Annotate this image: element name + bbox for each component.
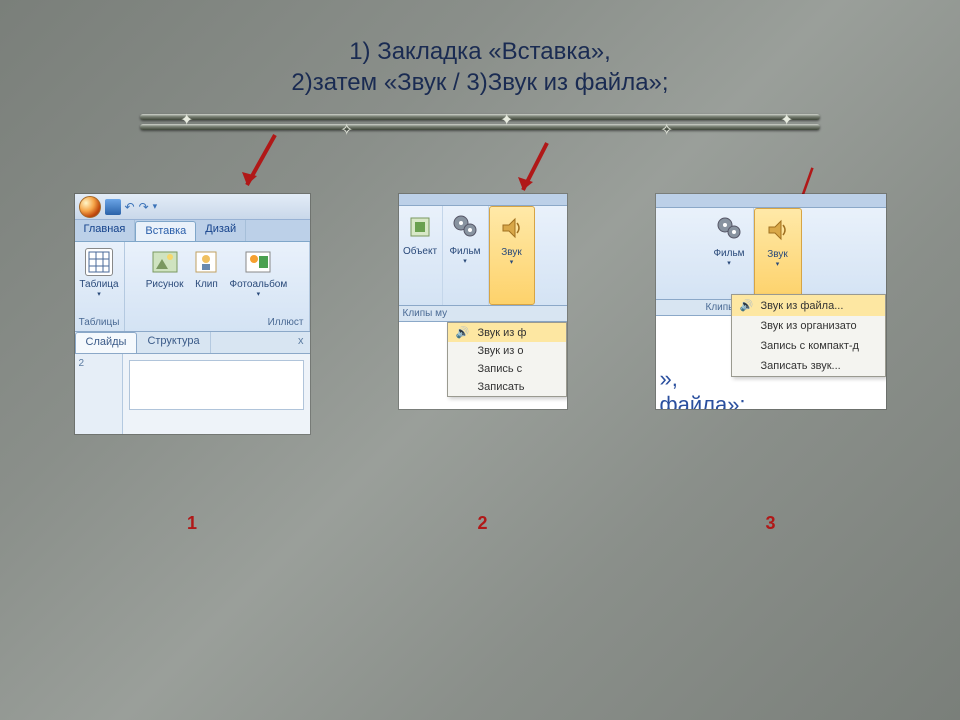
slide-number: 2 [79, 358, 85, 369]
redo-icon[interactable]: ↷ [139, 200, 149, 214]
save-icon[interactable] [105, 199, 121, 215]
menu-record-from-cd[interactable]: Запись с [448, 360, 566, 378]
slides-outline-tabs: Слайды Структура x [75, 332, 310, 354]
step-label-3: 3 [656, 513, 886, 534]
screenshot-1: ↶ ↷ ▾ Главная Вставка Дизай Таблица ▾ [75, 194, 310, 434]
button-sound[interactable]: Звук ▾ [489, 206, 535, 305]
ribbon-media: Объект Фильм ▾ Звук ▾ [399, 206, 567, 306]
speaker-icon: 🔊 [454, 326, 472, 339]
step-label-2: 2 [399, 513, 567, 534]
sound-dropdown-menu: 🔊Звук из ф Звук из о Запись с Записать [447, 322, 567, 397]
menu-record-sound[interactable]: Записать [448, 378, 566, 396]
ribbon-tabs: Главная Вставка Дизай [75, 220, 310, 242]
button-picture[interactable]: Рисунок [143, 246, 187, 300]
button-table[interactable]: Таблица ▾ [76, 246, 121, 300]
tab-insert[interactable]: Вставка [135, 221, 196, 241]
button-film[interactable]: Фильм ▾ [443, 206, 489, 305]
arrow-1 [235, 130, 285, 200]
undo-icon[interactable]: ↶ [125, 200, 135, 214]
title-line-2: 2)затем «Звук / 3)Звук из файла»; [0, 67, 960, 98]
quick-access-toolbar: ↶ ↷ ▾ [75, 194, 310, 220]
tab-design[interactable]: Дизай [196, 220, 246, 241]
tab-home[interactable]: Главная [75, 220, 136, 241]
menu-record-sound-3[interactable]: Записать звук... [732, 356, 885, 376]
subtab-outline[interactable]: Структура [137, 332, 210, 353]
fragment-text-3b: файла»; [656, 392, 886, 409]
menu-record-from-cd-3[interactable]: Запись с компакт-д [732, 336, 885, 356]
group-illustrations-label: Иллюст [268, 316, 304, 330]
step-label-1: 1 [75, 513, 310, 534]
decorative-divider: ✦ ✧ ✦ ✧ ✦ [140, 112, 820, 134]
ribbon-insert: Таблица ▾ Таблицы Рисунок Клип [75, 242, 310, 332]
button-object[interactable]: Объект [399, 206, 443, 305]
screenshot-3: Фильм ▾ Звук ▾ Клипы мул 🔊Звук из файла.… [656, 194, 886, 434]
group-media-label: Клипы му [399, 306, 567, 322]
speaker-icon: 🔊 [738, 299, 756, 312]
menu-sound-from-file[interactable]: 🔊Звук из ф [448, 323, 566, 342]
fragment-text: вка», [399, 397, 567, 409]
button-photoalbum[interactable]: Фотоальбом ▾ [226, 246, 290, 300]
ribbon-media-3: Фильм ▾ Звук ▾ [656, 208, 886, 300]
button-film-3[interactable]: Фильм ▾ [706, 208, 754, 299]
close-pane-icon[interactable]: x [292, 332, 310, 353]
group-tables-label: Таблицы [79, 316, 120, 330]
screenshot-2: Объект Фильм ▾ Звук ▾ Клипы му 🔊Звук из … [399, 194, 567, 434]
menu-sound-from-organizer-3[interactable]: Звук из организато [732, 316, 885, 336]
subtab-slides[interactable]: Слайды [75, 332, 138, 353]
sound-dropdown-menu-3: 🔊Звук из файла... Звук из организато Зап… [731, 294, 886, 377]
slide-title: 1) Закладка «Вставка», 2)затем «Звук / 3… [0, 0, 960, 98]
button-sound-3[interactable]: Звук ▾ [754, 208, 802, 299]
menu-sound-from-organizer[interactable]: Звук из о [448, 342, 566, 360]
menu-sound-from-file-3[interactable]: 🔊Звук из файла... [732, 295, 885, 316]
button-clipart[interactable]: Клип [189, 246, 223, 300]
office-orb-icon[interactable] [79, 196, 101, 218]
slide-thumbnail[interactable] [129, 360, 304, 410]
title-line-1: 1) Закладка «Вставка», [0, 36, 960, 67]
